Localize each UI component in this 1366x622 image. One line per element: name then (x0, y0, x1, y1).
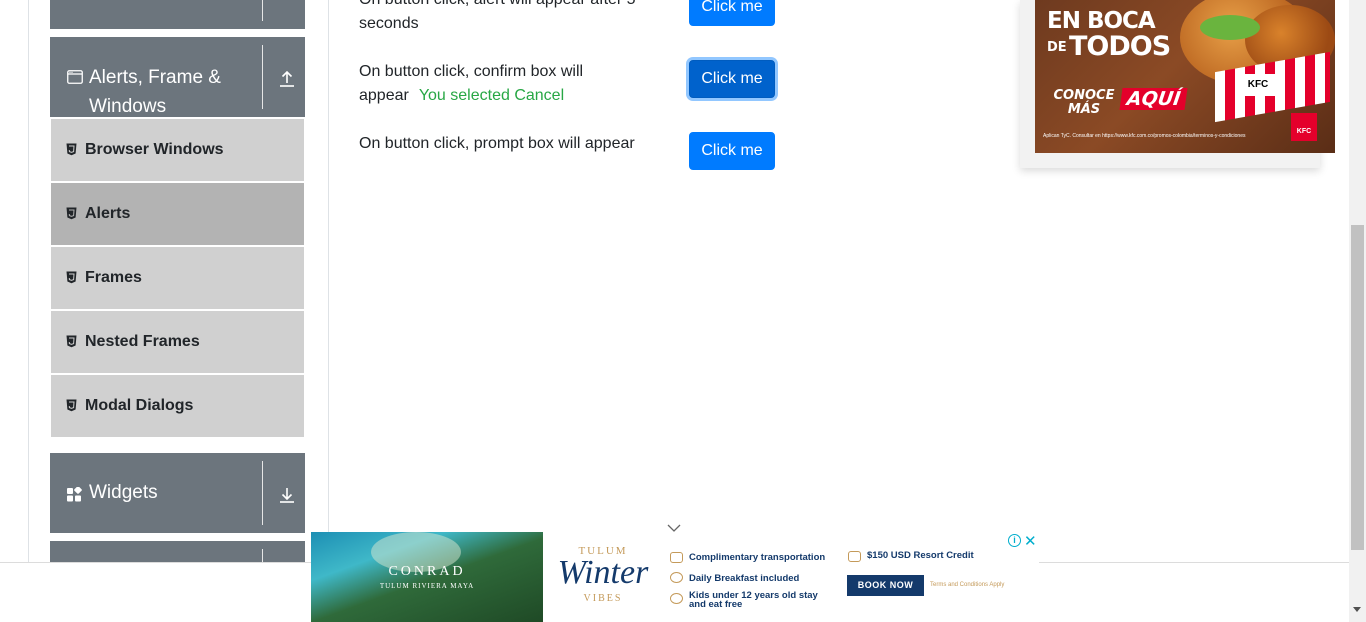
prompt-button[interactable]: Click me (689, 132, 775, 170)
row-text: On button click, prompt box will appear (359, 135, 635, 152)
ad-cta-prefix: CONOCE MÁS (1053, 88, 1115, 117)
breakfast-icon (670, 572, 683, 583)
scroll-down-arrow-icon[interactable] (1353, 607, 1361, 612)
sidebar-item-label: Nested Frames (85, 333, 200, 350)
sidebar-item-nested-frames[interactable]: Nested Frames (51, 311, 304, 373)
campaign-main-text: Winter (557, 554, 649, 591)
ad-terms-text: Terms and Conditions Apply (930, 582, 1005, 588)
window-icon (67, 70, 83, 89)
vertical-scrollbar[interactable] (1349, 0, 1366, 622)
resort-credit-icon (848, 551, 861, 562)
ad-cta-button[interactable]: AQUÍ (1119, 88, 1188, 110)
sidebar-group-header-alerts-frame-windows[interactable]: Alerts, Frame & Windows (50, 37, 305, 117)
expand-arrow-icon[interactable] (278, 486, 296, 504)
ad-perk: Complimentary transportation (689, 552, 826, 563)
html5-icon (66, 399, 77, 417)
header-separator (262, 549, 263, 562)
sidebar-item-frames[interactable]: Frames (51, 247, 304, 309)
sidebar-group-title: Widgets (89, 482, 158, 503)
header-separator (262, 0, 263, 21)
sidebar-item-label: Alerts (85, 205, 131, 222)
conrad-logo-subtitle: TULUM RIVIERA MAYA (379, 582, 475, 590)
html5-icon (66, 335, 77, 353)
widgets-icon (67, 486, 82, 507)
header-separator (262, 461, 263, 525)
sidebar-group-header-next[interactable] (50, 541, 305, 562)
kfc-bucket-label: KFC (1235, 74, 1281, 96)
sidebar-item-label: Browser Windows (85, 141, 224, 158)
sidebar-divider (328, 0, 329, 562)
sidebar-item-alerts[interactable]: Alerts (51, 183, 304, 245)
ad-headline-line2: TODOS (1069, 31, 1171, 62)
book-now-button[interactable]: BOOK NOW (847, 575, 924, 596)
sidebar-item-modal-dialogs[interactable]: Modal Dialogs (51, 375, 304, 437)
row-text: On button click, alert will appear after… (359, 0, 636, 32)
html5-icon (66, 207, 77, 225)
sidebar-item-label: Modal Dialogs (85, 397, 194, 414)
kids-icon (670, 593, 683, 604)
prompt-box-description: On button click, prompt box will appear (359, 132, 659, 156)
side-ad-container: KFC EN BOCA DE TODOS CONOCE MÁS AQUÍ Apl… (1020, 0, 1335, 168)
ad-fine-print: Aplican TyC. Consultar en https://www.kf… (1043, 133, 1246, 139)
sidebar-group-header-widgets[interactable]: Widgets (50, 453, 305, 533)
bottom-ad-banner[interactable]: CONRAD TULUM RIVIERA MAYA TULUM Winter V… (311, 532, 1039, 622)
kfc-logo: KFC (1291, 113, 1317, 141)
sidebar-item-browser-windows[interactable]: Browser Windows (51, 119, 304, 181)
page-left-border (28, 0, 29, 562)
html5-icon (66, 143, 77, 161)
ad-info-icon[interactable]: i (1008, 534, 1021, 547)
ad-close-icon[interactable]: ✕ (1024, 532, 1037, 550)
confirm-button[interactable]: Click me (689, 60, 775, 98)
sidebar-group-title: Alerts, Frame & Windows (89, 67, 221, 117)
alert-timer-description: On button click, alert will appear after… (359, 0, 649, 36)
header-separator (262, 45, 263, 109)
ad-perk: Kids under 12 years old stay and eat fre… (689, 590, 818, 610)
ad-perk: $150 USD Resort Credit (867, 550, 974, 561)
ad-resort-photo: CONRAD TULUM RIVIERA MAYA (311, 532, 543, 622)
conrad-logo: CONRAD (388, 564, 466, 579)
collapse-arrow-icon[interactable] (278, 70, 296, 88)
timer-alert-button[interactable]: Click me (689, 0, 775, 26)
scrollbar-thumb[interactable] (1351, 225, 1364, 550)
confirm-box-description: On button click, confirm box will appear… (359, 60, 629, 108)
car-icon (670, 552, 683, 563)
sidebar-item-label: Frames (85, 269, 142, 286)
campaign-bottom-text: VIBES (583, 593, 623, 604)
sidebar-group-header-previous[interactable] (50, 0, 305, 29)
ad-headline-de: DE (1047, 40, 1067, 55)
kfc-ad-banner[interactable]: KFC EN BOCA DE TODOS CONOCE MÁS AQUÍ Apl… (1035, 0, 1335, 153)
ad-perk: Daily Breakfast included (689, 573, 800, 584)
ad-food-image (1200, 15, 1260, 40)
confirm-result-text: You selected Cancel (418, 87, 565, 104)
html5-icon (66, 271, 77, 289)
